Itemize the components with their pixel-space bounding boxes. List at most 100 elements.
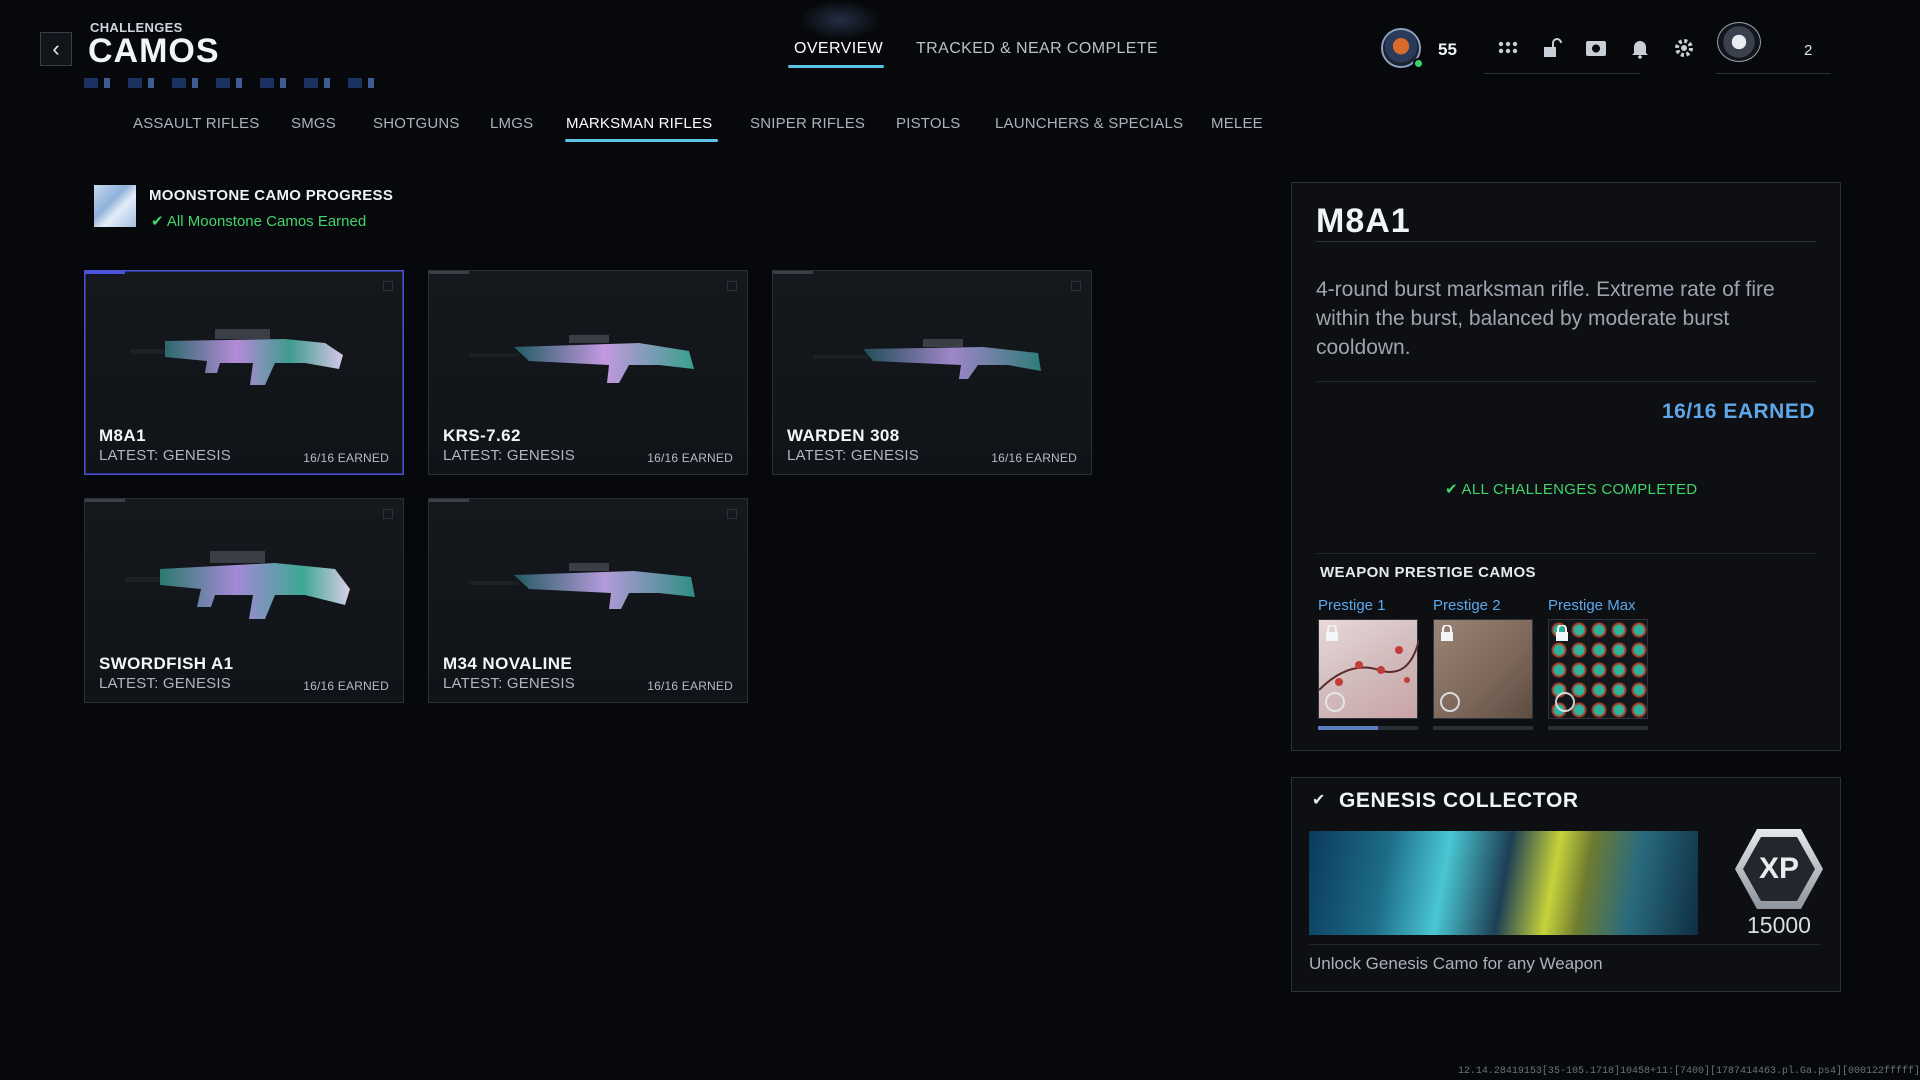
xp-value: 15000 — [1747, 912, 1811, 938]
weapon-card-swordfish-a1[interactable]: SWORDFISH A1 LATEST: GENESIS 16/16 EARNE… — [84, 498, 404, 703]
lock-icon — [1440, 624, 1456, 641]
challenges-complete-status: ✔ ALL CHALLENGES COMPLETED — [1445, 480, 1697, 498]
weapon-earned-count: 16/16 EARNED — [991, 451, 1077, 465]
category-shotguns[interactable]: SHOTGUNS — [373, 115, 460, 132]
emblem-count: 2 — [1804, 42, 1813, 59]
grid-icon[interactable] — [1496, 36, 1520, 60]
prestige-header: WEAPON PRESTIGE CAMOS — [1320, 564, 1536, 581]
moonstone-title: MOONSTONE CAMO PROGRESS — [149, 187, 394, 204]
prestige-icon — [1325, 692, 1345, 712]
category-melee[interactable]: MELEE — [1211, 115, 1263, 132]
weapon-latest-camo: LATEST: GENESIS — [99, 447, 231, 464]
category-marksman-rifles[interactable]: MARKSMAN RIFLES — [566, 115, 712, 132]
challenges-complete-text: ALL CHALLENGES COMPLETED — [1461, 481, 1698, 498]
tab-active-indicator — [788, 65, 884, 68]
weapon-name: M8A1 — [99, 426, 146, 445]
weapon-name: WARDEN 308 — [787, 426, 900, 445]
prestige-icon — [1440, 692, 1460, 712]
card-corner-icon — [383, 509, 393, 519]
emblem-divider — [1716, 73, 1831, 74]
card-corner-icon — [727, 281, 737, 291]
card-tab-mark — [429, 271, 469, 274]
chevron-left-icon: ‹ — [52, 36, 60, 61]
camera-icon[interactable] — [1584, 36, 1608, 60]
category-smgs[interactable]: SMGS — [291, 115, 336, 132]
title-decoration — [84, 78, 384, 88]
category-launchers-specials[interactable]: LAUNCHERS & SPECIALS — [995, 115, 1183, 132]
weapon-earned-count: 16/16 EARNED — [303, 451, 389, 465]
category-assault-rifles[interactable]: ASSAULT RIFLES — [133, 115, 259, 132]
weapon-latest-camo: LATEST: GENESIS — [443, 675, 575, 692]
card-tab-mark — [773, 271, 813, 274]
moonstone-status-text: All Moonstone Camos Earned — [166, 213, 367, 230]
check-icon: ✔ — [151, 213, 167, 230]
prestige-1-label: Prestige 1 — [1318, 597, 1386, 614]
tab-tracked[interactable]: TRACKED & NEAR COMPLETE — [916, 40, 1158, 58]
category-pistols[interactable]: PISTOLS — [896, 115, 960, 132]
weapon-image — [130, 329, 343, 385]
weapon-latest-camo: LATEST: GENESIS — [443, 447, 575, 464]
lock-icon — [1555, 624, 1571, 641]
weapon-name: KRS-7.62 — [443, 426, 521, 445]
divider — [1309, 944, 1821, 945]
card-tab-mark — [85, 499, 125, 502]
player-level: 55 — [1438, 40, 1457, 59]
tab-glow — [800, 0, 880, 40]
icons-divider — [1484, 73, 1640, 74]
lock-icon — [1325, 624, 1341, 641]
bell-icon[interactable] — [1628, 36, 1652, 60]
category-lmgs[interactable]: LMGS — [490, 115, 533, 132]
divider — [1316, 553, 1816, 554]
weapon-image — [125, 551, 350, 619]
divider — [1316, 381, 1816, 382]
build-info: 12.14.28419153[35-105.1718]10458+11:[740… — [1457, 1066, 1920, 1077]
category-active-indicator — [565, 139, 718, 142]
unlock-icon[interactable] — [1540, 36, 1564, 60]
detail-description: 4-round burst marksman rifle. Extreme ra… — [1316, 278, 1775, 359]
card-corner-icon — [727, 509, 737, 519]
collector-description: Unlock Genesis Camo for any Weapon — [1309, 954, 1603, 973]
prestige-1-progress — [1318, 726, 1418, 730]
moonstone-status: ✔ All Moonstone Camos Earned — [151, 212, 366, 230]
emblem-icon[interactable] — [1717, 22, 1761, 62]
prestige-max-camo[interactable] — [1548, 619, 1648, 719]
detail-title: M8A1 — [1316, 202, 1411, 240]
prestige-max-progress — [1548, 726, 1648, 730]
card-corner-icon — [1071, 281, 1081, 291]
online-status-icon — [1413, 58, 1424, 69]
weapon-card-m8a1[interactable]: M8A1 LATEST: GENESIS 16/16 EARNED — [84, 270, 404, 475]
card-tab-mark — [85, 271, 125, 274]
check-icon: ✔ — [1312, 792, 1326, 809]
weapon-latest-camo: LATEST: GENESIS — [99, 675, 231, 692]
weapon-latest-camo: LATEST: GENESIS — [787, 447, 919, 464]
collector-reward-image — [1309, 831, 1698, 935]
prestige-icon — [1555, 692, 1575, 712]
weapon-card-m34-novaline[interactable]: M34 NOVALINE LATEST: GENESIS 16/16 EARNE… — [428, 498, 748, 703]
divider — [1316, 241, 1816, 242]
weapon-earned-count: 16/16 EARNED — [303, 679, 389, 693]
gear-icon[interactable] — [1672, 36, 1696, 60]
weapon-name: M34 NOVALINE — [443, 654, 573, 673]
back-button[interactable]: ‹ — [40, 32, 72, 66]
prestige-2-label: Prestige 2 — [1433, 597, 1501, 614]
moonstone-camo-thumbnail — [94, 185, 136, 227]
prestige-2-camo[interactable] — [1433, 619, 1533, 719]
prestige-2-progress — [1433, 726, 1533, 730]
weapon-name: SWORDFISH A1 — [99, 654, 234, 673]
card-tab-mark — [429, 499, 469, 502]
tab-overview[interactable]: OVERVIEW — [794, 40, 883, 58]
weapon-earned-count: 16/16 EARNED — [647, 451, 733, 465]
prestige-max-label: Prestige Max — [1548, 597, 1636, 614]
detail-earned-count: 16/16 EARNED — [1661, 400, 1815, 423]
weapon-card-warden-308[interactable]: WARDEN 308 LATEST: GENESIS 16/16 EARNED — [772, 270, 1092, 475]
collector-title: GENESIS COLLECTOR — [1339, 789, 1579, 812]
page-title: CAMOS — [88, 32, 220, 70]
category-sniper-rifles[interactable]: SNIPER RIFLES — [750, 115, 865, 132]
prestige-1-camo[interactable] — [1318, 619, 1419, 719]
card-corner-icon — [383, 281, 393, 291]
weapon-image — [469, 563, 695, 609]
weapon-card-krs-762[interactable]: KRS-7.62 LATEST: GENESIS 16/16 EARNED — [428, 270, 748, 475]
weapon-earned-count: 16/16 EARNED — [647, 679, 733, 693]
check-icon: ✔ — [1445, 481, 1462, 498]
weapon-image — [469, 335, 694, 383]
